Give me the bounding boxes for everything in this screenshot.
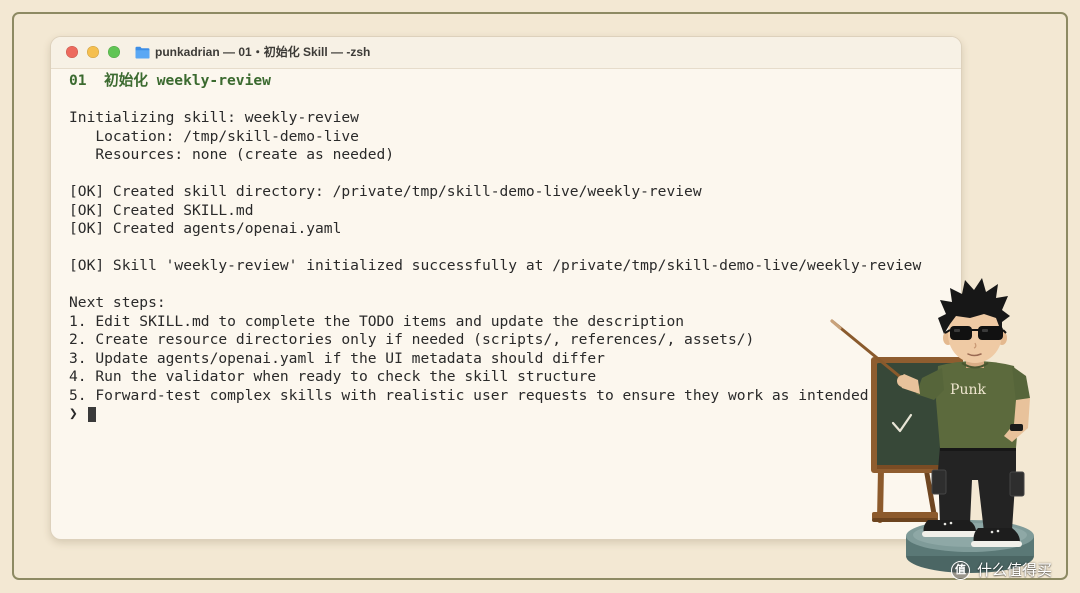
init-line: Initializing skill: weekly-review [69,109,359,126]
page: punkadrian — 01・初始化 Skill — -zsh 01 初始化 … [0,0,1080,593]
zoom-button[interactable] [108,46,120,58]
pointer-stick [830,319,906,382]
watermark-text: 什么值得买 [977,561,1053,579]
shirt-text: Punk [950,382,986,398]
punk-character-illustration: Punk [830,278,1034,573]
resources-line: Resources: none (create as needed) [95,146,395,163]
window-title: punkadrian — 01・初始化 Skill — -zsh [155,45,371,59]
ok-line: [OK] Created agents/openai.yaml [69,220,342,237]
ok-line: [OK] Created SKILL.md [69,201,254,219]
section-heading: 01 初始化 weekly-review [69,72,271,89]
close-button[interactable] [66,46,78,58]
watermark-logo: 值 [951,560,970,580]
minimize-button[interactable] [87,46,99,58]
site-watermark: 值 什么值得买 [951,559,1052,581]
text-cursor[interactable] [87,406,96,422]
prompt-chevron-icon: ❯ [69,405,78,422]
traffic-lights [66,46,120,58]
folder-icon [135,46,150,59]
window-title-bar[interactable]: punkadrian — 01・初始化 Skill — -zsh [51,37,961,69]
location-line: Location: /tmp/skill-demo-live [95,127,359,145]
ok-line: [OK] Created skill directory: /private/t… [69,183,702,200]
